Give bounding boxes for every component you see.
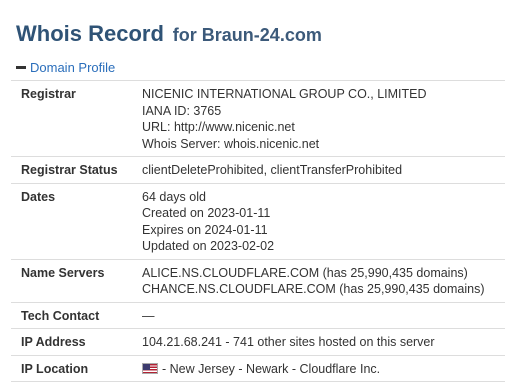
table-row-registrar-status: Registrar Status clientDeleteProhibited,… [11,156,505,184]
table-row-name-servers: Name Servers ALICE.NS.CLOUDFLARE.COM (ha… [11,259,505,303]
table-row-tech-contact: Tech Contact — [11,302,505,329]
registrar-name: NICENIC INTERNATIONAL GROUP CO., LIMITED [142,87,427,101]
page-title-domain: for Braun-24.com [172,25,322,45]
row-value: — [132,302,505,329]
row-label: Name Servers [11,259,132,303]
minus-icon [16,66,26,70]
row-label: Registrar [11,80,132,157]
row-label: IP Location [11,355,132,382]
row-label: IP Address [11,328,132,356]
section-title: Domain Profile [30,60,116,75]
name-server-1: ALICE.NS.CLOUDFLARE.COM (has 25,990,435 … [142,265,468,280]
domain-profile-toggle[interactable]: Domain Profile [16,58,115,78]
row-label: Registrar Status [11,156,132,184]
row-value: NICENIC INTERNATIONAL GROUP CO., LIMITED… [132,80,505,157]
page-title: Whois Record for Braun-24.com [16,14,322,51]
table-row-ip-address: IP Address 104.21.68.241 - 741 other sit… [11,328,505,356]
row-label: Dates [11,183,132,260]
updated-date: Updated on 2023-02-02 [142,239,275,253]
whois-table: Registrar NICENIC INTERNATIONAL GROUP CO… [11,80,505,382]
row-label: Tech Contact [11,302,132,329]
table-row-dates: Dates 64 days old Created on 2023-01-11 … [11,183,505,260]
row-value: 104.21.68.241 - 741 other sites hosted o… [132,328,505,356]
expires-date: Expires on 2024-01-11 [142,222,268,237]
us-flag-icon [142,362,158,374]
ip-location-text: - New Jersey - Newark - Cloudflare Inc. [162,361,381,376]
whois-server: Whois Server: whois.nicenic.net [142,136,320,151]
page-title-main: Whois Record [16,21,164,46]
name-server-2: CHANCE.NS.CLOUDFLARE.COM (has 25,990,435… [142,282,485,296]
table-row-registrar: Registrar NICENIC INTERNATIONAL GROUP CO… [11,80,505,157]
row-value: - New Jersey - Newark - Cloudflare Inc. [132,355,505,382]
row-value: ALICE.NS.CLOUDFLARE.COM (has 25,990,435 … [132,259,505,303]
row-value: clientDeleteProhibited, clientTransferPr… [132,156,505,184]
registrar-url: URL: http://www.nicenic.net [142,120,295,134]
table-row-ip-location: IP Location - New Jersey - Newark - Clou… [11,355,505,382]
iana-id: IANA ID: 3765 [142,103,222,118]
row-value: 64 days old Created on 2023-01-11 Expire… [132,183,505,260]
domain-age: 64 days old [142,189,206,204]
created-date: Created on 2023-01-11 [142,206,271,220]
